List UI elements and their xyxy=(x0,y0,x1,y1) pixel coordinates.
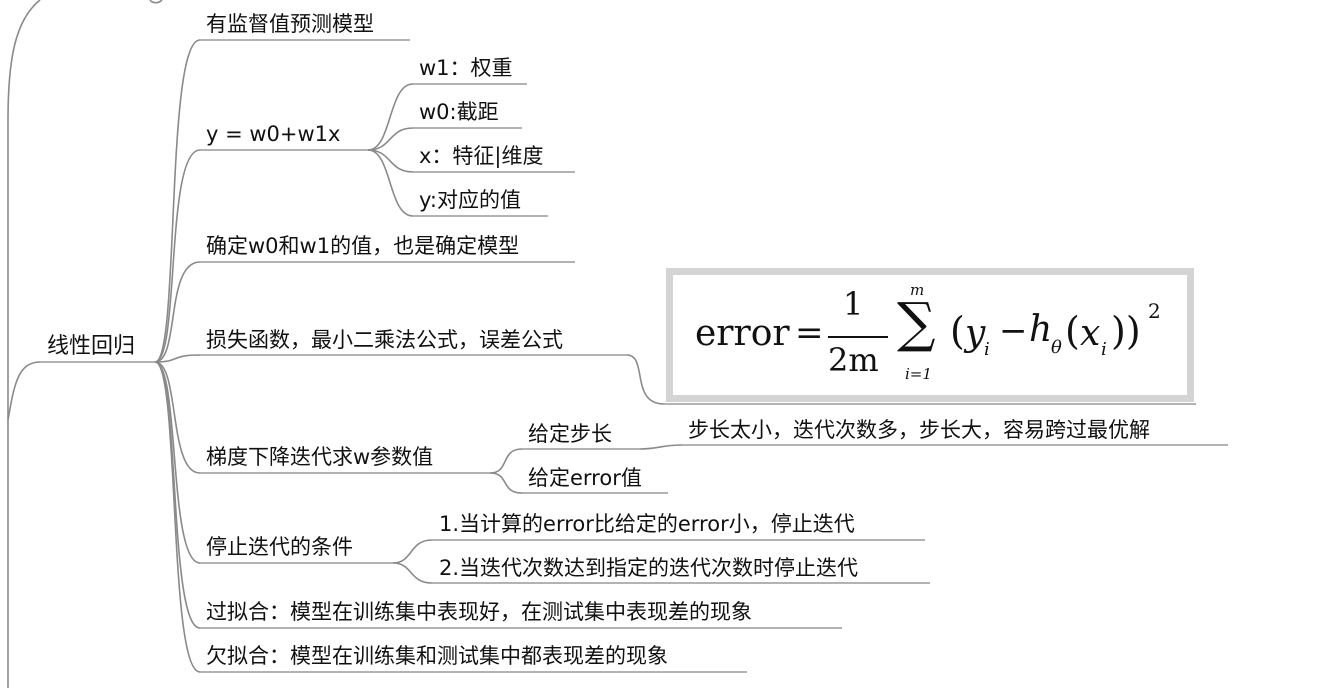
formula-lhs: error xyxy=(695,313,790,354)
child-stop-iterations[interactable]: 2.当迭代次数达到指定的迭代次数时停止迭代 xyxy=(439,556,858,580)
gradient-child-edges xyxy=(489,448,523,494)
formula-x-sub: i xyxy=(1101,339,1107,360)
stop-child-edges xyxy=(392,539,433,584)
branch-underfitting[interactable]: 欠拟合：模型在训练集和测试集中都表现差的现象 xyxy=(206,644,668,668)
root-connector xyxy=(7,361,41,421)
branch-stop-condition[interactable]: 停止迭代的条件 xyxy=(206,535,353,559)
formula-h: h xyxy=(1029,309,1053,350)
formula-denominator: 2m xyxy=(828,341,879,379)
child-step-size[interactable]: 给定步长 xyxy=(528,422,612,446)
formula-minus: − xyxy=(999,311,1028,351)
formula-open-paren: ( xyxy=(950,309,965,353)
root-branch-edges xyxy=(154,39,201,673)
formula-y-sub: i xyxy=(984,339,990,360)
formula-y: y xyxy=(965,313,986,354)
branch-loss-function[interactable]: 损失函数，最小二乘法公式，误差公式 xyxy=(206,328,563,352)
formula-sigma: ∑ xyxy=(897,291,936,354)
formula-x-open: ( xyxy=(1065,309,1080,353)
formula-close-paren: )) xyxy=(1111,309,1141,353)
branch-linear-equation[interactable]: y = w0+w1x xyxy=(206,122,340,146)
note-step-size[interactable]: 步长太小，迭代次数多，步长大，容易跨过最优解 xyxy=(688,418,1150,442)
parent-connector-top xyxy=(149,0,163,4)
formula-fraction-bar xyxy=(828,336,888,338)
formula-power: 2 xyxy=(1148,299,1161,323)
equation-child-edges xyxy=(367,83,414,217)
child-x-feature[interactable]: x：特征|维度 xyxy=(419,144,544,169)
child-stop-error[interactable]: 1.当计算的error比给定的error小，停止迭代 xyxy=(439,512,855,536)
branch-gradient-descent[interactable]: 梯度下降迭代求w参数值 xyxy=(206,445,433,469)
formula-connector xyxy=(626,354,665,405)
branch-determine-w[interactable]: 确定w0和w1的值，也是确定模型 xyxy=(206,234,519,258)
child-error-value[interactable]: 给定error值 xyxy=(528,466,642,490)
root-node-label[interactable]: 线性回归 xyxy=(47,334,135,359)
branch-supervised-model[interactable]: 有监督值预测模型 xyxy=(206,12,374,36)
formula-numerator: 1 xyxy=(843,285,864,323)
parent-connector xyxy=(7,0,41,688)
child-w0-intercept[interactable]: w0:截距 xyxy=(419,100,499,124)
child-y-value[interactable]: y:对应的值 xyxy=(419,188,521,212)
formula-x: x xyxy=(1080,313,1101,354)
formula-equals: = xyxy=(795,313,824,353)
error-formula: error = 1 2m m ∑ i=1 ( y i − h θ ( x i )… xyxy=(673,275,1187,395)
child-w1-weight[interactable]: w1：权重 xyxy=(419,56,513,80)
formula-h-sub: θ xyxy=(1051,337,1062,358)
branch-overfitting[interactable]: 过拟合：模型在训练集中表现好，在测试集中表现差的现象 xyxy=(206,600,752,624)
formula-sum-lower: i=1 xyxy=(905,365,932,383)
error-formula-image[interactable]: error = 1 2m m ∑ i=1 ( y i − h θ ( x i )… xyxy=(666,268,1194,402)
